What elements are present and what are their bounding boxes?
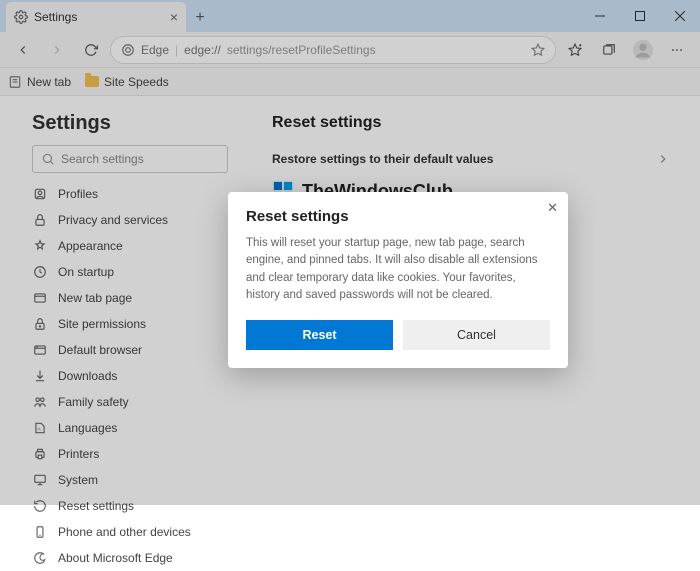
sidebar-item-icon (32, 525, 48, 539)
sidebar-item-label: Phone and other devices (58, 525, 191, 539)
sidebar-item-icon (32, 551, 48, 565)
dialog-close-button[interactable]: ✕ (547, 200, 558, 216)
reset-button[interactable]: Reset (246, 320, 393, 350)
dialog-body: This will reset your startup page, new t… (246, 235, 550, 304)
sidebar-item[interactable]: Phone and other devices (32, 519, 228, 545)
sidebar-item[interactable]: About Microsoft Edge (32, 545, 228, 571)
dialog-title: Reset settings (246, 208, 550, 225)
sidebar-item-label: About Microsoft Edge (58, 551, 173, 565)
cancel-button[interactable]: Cancel (403, 320, 550, 350)
reset-settings-dialog: ✕ Reset settings This will reset your st… (228, 192, 568, 368)
